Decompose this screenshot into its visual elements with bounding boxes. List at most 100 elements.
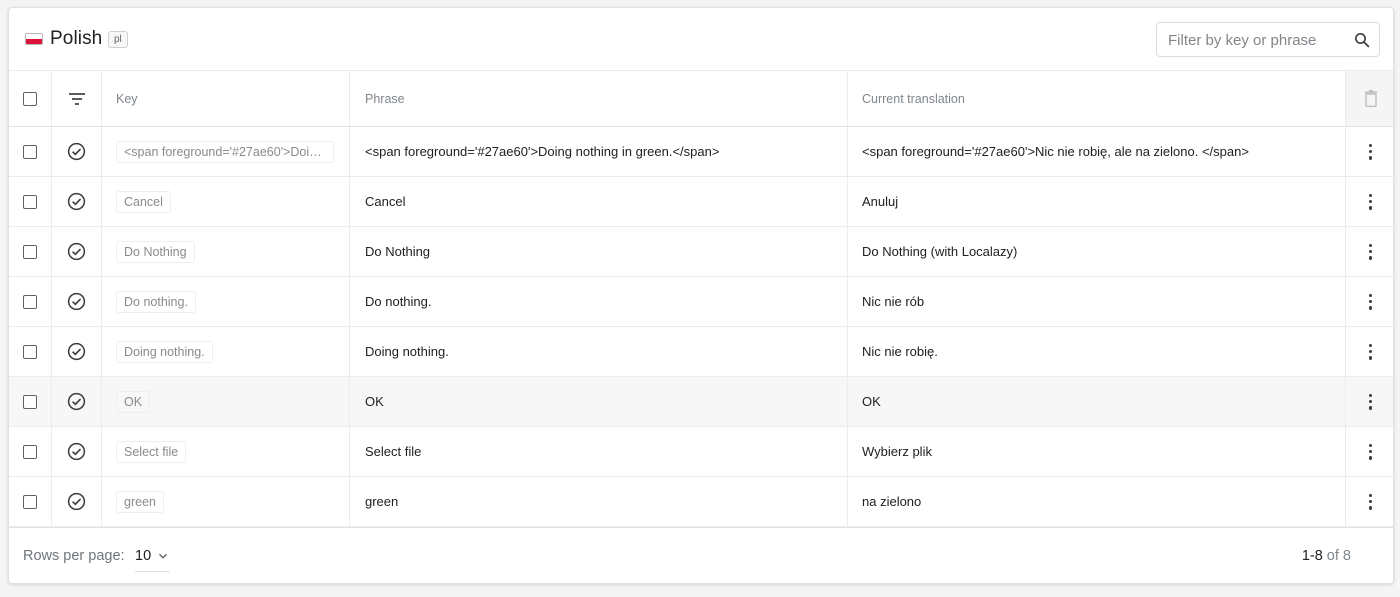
key-chip[interactable]: Select file <box>116 440 187 463</box>
row-select-cell <box>9 327 52 376</box>
key-chip[interactable]: OK <box>116 390 151 413</box>
row-key-cell: OK <box>102 377 350 426</box>
more-vert-icon[interactable] <box>1368 343 1373 360</box>
row-phrase: OK <box>350 377 848 426</box>
range-total: of 8 <box>1322 548 1351 564</box>
more-vert-icon[interactable] <box>1368 393 1373 410</box>
more-vert-icon[interactable] <box>1368 143 1373 160</box>
row-translation[interactable]: Do Nothing (with Localazy) <box>848 227 1346 276</box>
row-checkbox[interactable] <box>23 394 37 409</box>
bulk-delete-cell <box>1346 71 1393 126</box>
row-actions-cell <box>1346 427 1393 476</box>
pagination-footer: Rows per page: 10 1-8 of 8 <box>9 527 1393 583</box>
row-key-cell: green <box>102 477 350 526</box>
row-checkbox[interactable] <box>23 444 37 459</box>
table-header-row: Key Phrase Current translation <box>9 71 1393 127</box>
row-select-cell <box>9 477 52 526</box>
more-vert-icon[interactable] <box>1368 443 1373 460</box>
key-chip[interactable]: Do nothing. <box>116 290 196 313</box>
row-translation[interactable]: Nic nie rób <box>848 277 1346 326</box>
row-select-cell <box>9 427 52 476</box>
row-phrase: Do nothing. <box>350 277 848 326</box>
more-vert-icon[interactable] <box>1368 243 1373 260</box>
column-header-key[interactable]: Key <box>102 71 350 126</box>
row-select-cell <box>9 177 52 226</box>
row-actions-cell <box>1346 377 1393 426</box>
key-chip[interactable]: <span foreground='#27ae60'>Doing nothing… <box>116 140 334 163</box>
key-chip[interactable]: Do Nothing <box>116 240 195 263</box>
row-key-cell: Do Nothing <box>102 227 350 276</box>
key-chip[interactable]: green <box>116 490 164 513</box>
row-translation[interactable]: na zielono <box>848 477 1346 526</box>
check-circle-icon[interactable] <box>67 142 86 161</box>
row-key-cell: Do nothing. <box>102 277 350 326</box>
row-translation[interactable]: <span foreground='#27ae60'>Nic nie robię… <box>848 127 1346 176</box>
row-checkbox[interactable] <box>23 144 37 159</box>
translations-table: Key Phrase Current translation <span for… <box>9 71 1393 527</box>
row-status-cell <box>52 177 102 226</box>
select-all-checkbox[interactable] <box>23 91 37 106</box>
more-vert-icon[interactable] <box>1368 193 1373 210</box>
row-phrase: Do Nothing <box>350 227 848 276</box>
table-row[interactable]: Do Nothing Do Nothing Do Nothing (with Loc… <box>9 227 1393 277</box>
key-chip[interactable]: Doing nothing. <box>116 340 213 363</box>
table-row[interactable]: <span foreground='#27ae60'>Doing nothing… <box>9 127 1393 177</box>
row-select-cell <box>9 377 52 426</box>
filter-field[interactable] <box>1156 22 1380 57</box>
row-status-cell <box>52 427 102 476</box>
table-row[interactable]: Cancel Cancel Anuluj <box>9 177 1393 227</box>
column-header-phrase[interactable]: Phrase <box>350 71 848 126</box>
row-translation[interactable]: OK <box>848 377 1346 426</box>
language-code-badge: pl <box>108 31 128 48</box>
row-select-cell <box>9 227 52 276</box>
row-actions-cell <box>1346 327 1393 376</box>
select-all-cell <box>9 71 52 126</box>
poland-flag-icon <box>25 33 43 45</box>
column-header-translation[interactable]: Current translation <box>848 71 1346 126</box>
row-actions-cell <box>1346 227 1393 276</box>
table-row[interactable]: Do nothing. Do nothing. Nic nie rób <box>9 277 1393 327</box>
row-checkbox[interactable] <box>23 294 37 309</box>
search-icon[interactable] <box>1353 31 1371 49</box>
table-row[interactable]: green green na zielono <box>9 477 1393 527</box>
translations-panel: Polish pl Key Phrase Current <box>8 7 1394 584</box>
row-phrase: Doing nothing. <box>350 327 848 376</box>
table-row[interactable]: Select file Select file Wybierz plik <box>9 427 1393 477</box>
row-select-cell <box>9 277 52 326</box>
row-actions-cell <box>1346 477 1393 526</box>
rows-per-page-value: 10 <box>135 548 152 564</box>
check-circle-icon[interactable] <box>67 442 86 461</box>
more-vert-icon[interactable] <box>1368 493 1373 510</box>
filter-list-icon[interactable] <box>68 92 86 106</box>
row-translation[interactable]: Wybierz plik <box>848 427 1346 476</box>
language-name: Polish <box>50 28 103 49</box>
row-phrase: <span foreground='#27ae60'>Doing nothing… <box>350 127 848 176</box>
panel-header: Polish pl <box>9 8 1393 71</box>
filter-input[interactable] <box>1168 30 1343 50</box>
row-actions-cell <box>1346 277 1393 326</box>
check-circle-icon[interactable] <box>67 492 86 511</box>
more-vert-icon[interactable] <box>1368 293 1373 310</box>
row-checkbox[interactable] <box>23 344 37 359</box>
rows-per-page-select[interactable]: 10 <box>135 542 170 572</box>
row-checkbox[interactable] <box>23 494 37 509</box>
row-select-cell <box>9 127 52 176</box>
row-status-cell <box>52 227 102 276</box>
trash-icon[interactable] <box>1364 90 1378 107</box>
row-translation[interactable]: Nic nie robię. <box>848 327 1346 376</box>
row-translation[interactable]: Anuluj <box>848 177 1346 226</box>
check-circle-icon[interactable] <box>67 392 86 411</box>
check-circle-icon[interactable] <box>67 242 86 261</box>
row-status-cell <box>52 327 102 376</box>
row-checkbox[interactable] <box>23 194 37 209</box>
key-chip[interactable]: Cancel <box>116 190 171 213</box>
table-row[interactable]: OK OK OK <box>9 377 1393 427</box>
check-circle-icon[interactable] <box>67 292 86 311</box>
check-circle-icon[interactable] <box>67 192 86 211</box>
row-actions-cell <box>1346 177 1393 226</box>
row-checkbox[interactable] <box>23 244 37 259</box>
check-circle-icon[interactable] <box>67 342 86 361</box>
table-row[interactable]: Doing nothing. Doing nothing. Nic nie robi… <box>9 327 1393 377</box>
status-filter-cell <box>52 71 102 126</box>
row-key-cell: <span foreground='#27ae60'>Doing nothing… <box>102 127 350 176</box>
